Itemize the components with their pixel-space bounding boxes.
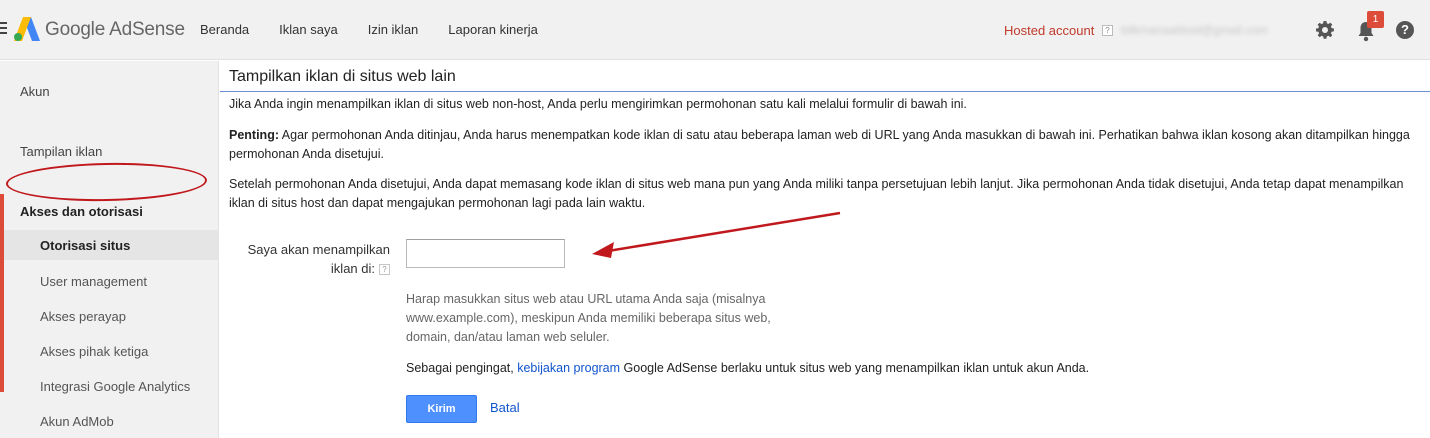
sidebar-item-user-management[interactable]: User management [40, 274, 147, 289]
nav-performance-reports[interactable]: Laporan kinerja [448, 22, 538, 37]
sidebar-item-crawler-access[interactable]: Akses perayap [40, 309, 126, 324]
annotation-arrow [592, 211, 841, 258]
cancel-link[interactable]: Batal [490, 400, 520, 415]
sidebar-item-site-authorization[interactable]: Otorisasi situs [40, 238, 130, 253]
site-field-label-text: Saya akan menampilkan iklan di: [247, 242, 390, 276]
help-icon[interactable]: ? [1396, 21, 1414, 39]
site-url-input[interactable] [406, 239, 565, 268]
important-text: Agar permohonan Anda ditinjau, Anda haru… [229, 128, 1410, 161]
sidebar-item-third-party-access[interactable]: Akses pihak ketiga [40, 344, 148, 359]
nav-ad-permissions[interactable]: Izin iklan [368, 22, 419, 37]
hosted-account-link[interactable]: Hosted account [1004, 23, 1094, 38]
sidebar-active-indicator [0, 194, 4, 392]
important-paragraph: Penting: Agar permohonan Anda ditinjau, … [229, 126, 1424, 164]
site-field-label: Saya akan menampilkan iklan di:? [229, 240, 390, 278]
sidebar-item-account[interactable]: Akun [20, 84, 50, 99]
field-hint: Harap masukkan situs web atau URL utama … [406, 292, 771, 344]
adsense-logo-icon[interactable] [14, 17, 40, 41]
nav-home[interactable]: Beranda [200, 22, 249, 37]
hosted-account-help-icon[interactable]: ? [1102, 25, 1113, 36]
page-title: Tampilkan iklan di situs web lain [229, 68, 456, 85]
sidebar: Akun Tampilan iklan Akses dan otorisasi … [0, 61, 219, 438]
important-label: Penting: [229, 128, 279, 142]
sidebar-section-access-authorization[interactable]: Akses dan otorisasi [20, 204, 143, 219]
policy-reminder: Sebagai pengingat, kebijakan program Goo… [406, 359, 1089, 378]
sidebar-item-ad-display[interactable]: Tampilan iklan [20, 144, 102, 159]
title-divider [220, 91, 1430, 92]
sidebar-item-google-analytics-integration[interactable]: Integrasi Google Analytics [40, 379, 190, 394]
brand-name[interactable]: Google AdSense [45, 19, 185, 41]
reminder-suffix: Google AdSense berlaku untuk situs web y… [620, 361, 1090, 375]
sidebar-item-admob-account[interactable]: Akun AdMob [40, 414, 114, 429]
notification-count-badge: 1 [1367, 11, 1384, 28]
menu-icon[interactable] [0, 22, 8, 36]
top-nav: Beranda Iklan saya Izin iklan Laporan ki… [200, 22, 568, 37]
nav-my-ads[interactable]: Iklan saya [279, 22, 338, 37]
gear-icon[interactable] [1315, 20, 1335, 40]
account-email: bilkmanaabloid@gmail.com [1121, 23, 1268, 37]
reminder-prefix: Sebagai pengingat, [406, 361, 518, 375]
submit-button[interactable]: Kirim [406, 395, 477, 423]
top-bar: Google AdSense Beranda Iklan saya Izin i… [0, 0, 1430, 60]
intro-paragraph: Jika Anda ingin menampilkan iklan di sit… [229, 97, 967, 111]
program-policy-link[interactable]: kebijakan program [517, 361, 620, 375]
field-help-icon[interactable]: ? [379, 264, 390, 276]
